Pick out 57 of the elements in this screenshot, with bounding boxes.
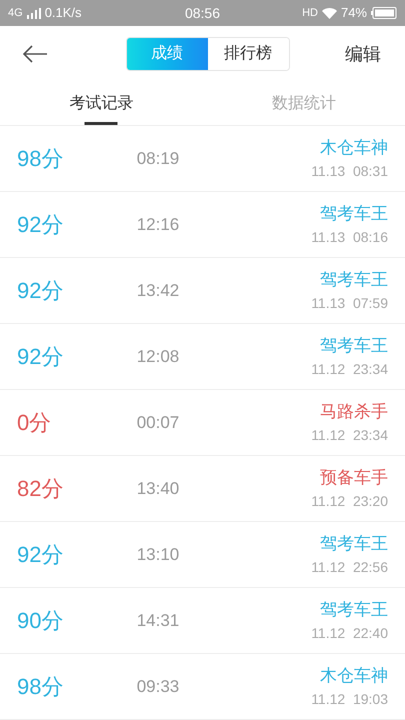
- score: 82分: [17, 475, 64, 503]
- edit-button[interactable]: 编辑: [345, 40, 383, 68]
- exam-duration: 09:33: [136, 676, 180, 698]
- hd-indicator: HD: [302, 6, 318, 21]
- signal-icon: [26, 8, 41, 18]
- rank-title: 驾考车王: [320, 335, 388, 358]
- rank-title: 木仓车神: [320, 665, 388, 688]
- exam-date: 11.13 07:59: [311, 294, 388, 313]
- exam-record-row[interactable]: 0分 00:07 马路杀手 11.12 23:34: [0, 390, 405, 456]
- network-type: 4G: [8, 6, 23, 21]
- rank-title: 驾考车王: [320, 269, 388, 292]
- tab[interactable]: 考试记录: [69, 82, 134, 125]
- exam-date: 11.12 23:34: [311, 426, 388, 445]
- exam-record-row[interactable]: 92分 13:10 驾考车王 11.12 22:56: [0, 522, 405, 588]
- exam-record-row[interactable]: 98分 09:33 木仓车神 11.12 19:03: [0, 654, 405, 720]
- exam-record-row[interactable]: 92分 12:08 驾考车王 11.12 23:34: [0, 324, 405, 390]
- battery-icon: [371, 7, 397, 19]
- exam-record-row[interactable]: 98分 08:19 木仓车神 11.13 08:31: [0, 126, 405, 192]
- exam-record-row[interactable]: 92分 13:42 驾考车王 11.13 07:59: [0, 258, 405, 324]
- segment-tab[interactable]: 成绩: [126, 38, 208, 70]
- network-speed: 0.1K/s: [44, 4, 82, 22]
- rank-title: 驾考车王: [320, 203, 388, 226]
- exam-duration: 12:08: [136, 346, 180, 368]
- exam-record-row[interactable]: 90分 14:31 驾考车王 11.12 22:40: [0, 588, 405, 654]
- exam-date: 11.12 23:20: [311, 492, 388, 511]
- exam-duration: 00:07: [136, 412, 180, 434]
- exam-date: 11.13 08:31: [311, 162, 388, 181]
- exam-duration: 13:10: [136, 544, 180, 566]
- score: 92分: [17, 541, 64, 569]
- score: 92分: [17, 211, 64, 239]
- score: 0分: [17, 409, 52, 437]
- exam-record-row[interactable]: 92分 12:16 驾考车王 11.13 08:16: [0, 192, 405, 258]
- exam-date: 11.12 23:34: [311, 360, 388, 379]
- exam-duration: 12:16: [136, 214, 180, 236]
- score: 98分: [17, 145, 64, 173]
- tab[interactable]: 数据统计: [272, 82, 336, 125]
- wifi-icon: [322, 8, 337, 18]
- rank-title: 驾考车王: [320, 599, 388, 622]
- exam-date: 11.12 19:03: [311, 690, 388, 709]
- score: 90分: [17, 607, 64, 635]
- exam-duration: 08:19: [136, 148, 180, 170]
- exam-duration: 14:31: [136, 610, 180, 632]
- rank-title: 马路杀手: [320, 401, 388, 424]
- exam-date: 11.12 22:56: [311, 558, 388, 577]
- rank-title: 预备车手: [320, 467, 388, 490]
- score: 98分: [17, 673, 64, 701]
- exam-duration: 13:40: [136, 478, 180, 500]
- exam-date: 11.13 08:16: [311, 228, 388, 247]
- exam-duration: 13:42: [136, 280, 180, 302]
- exam-record-row[interactable]: 82分 13:40 预备车手 11.12 23:20: [0, 456, 405, 522]
- score: 92分: [17, 343, 64, 371]
- exam-date: 11.12 22:40: [311, 624, 388, 643]
- score: 92分: [17, 277, 64, 305]
- clock: 08:56: [184, 4, 222, 22]
- rank-title: 木仓车神: [320, 137, 388, 160]
- battery-percentage: 74%: [340, 4, 367, 22]
- rank-title: 驾考车王: [320, 533, 388, 556]
